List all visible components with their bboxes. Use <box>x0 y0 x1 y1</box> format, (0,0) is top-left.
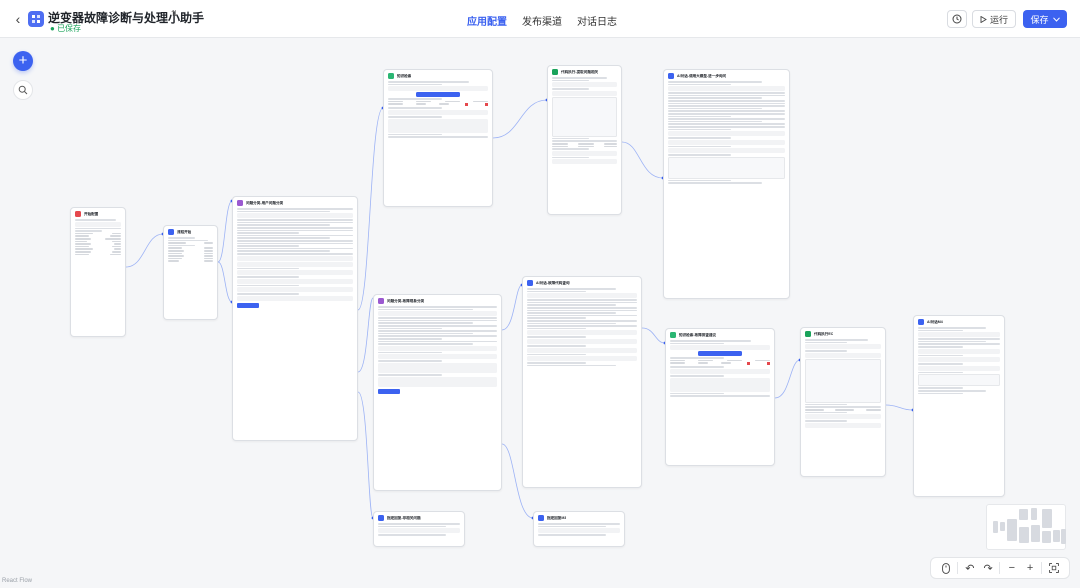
node-title: 代码执行EC <box>814 331 834 336</box>
node-ai-reply-2[interactable]: AI对话-故障代码查询 <box>522 276 642 488</box>
fit-view-icon[interactable] <box>1047 561 1061 575</box>
node-code-exec-1[interactable]: 代码执行-提取问题相关 <box>547 65 622 215</box>
minimap[interactable] <box>986 504 1066 550</box>
zoom-in-icon[interactable]: + <box>1023 561 1037 575</box>
save-publish-button[interactable]: 保存 <box>1023 10 1067 28</box>
node-title: AI对话M4 <box>927 319 943 324</box>
start-node-icon <box>75 211 81 217</box>
node-title: 指定回复M3 <box>547 515 567 520</box>
reply-icon <box>378 515 384 521</box>
chevron-down-icon <box>1052 16 1060 22</box>
node-title: 指定回复-非相关问题 <box>387 515 421 520</box>
canvas-controls: ↶ ↷ − + <box>930 557 1070 579</box>
node-question-classify-1[interactable]: 问题分类-用户问题分类 <box>232 196 358 441</box>
title-switch-icon[interactable]: ⇅ <box>171 9 178 18</box>
node-title: 问题分类-故障现象分类 <box>387 298 425 303</box>
code-icon <box>552 69 558 75</box>
tab-chat-logs[interactable]: 对话日志 <box>577 13 617 28</box>
ai-chat-icon <box>527 280 533 286</box>
node-question-classify-2[interactable]: 问题分类-故障现象分类 <box>373 294 502 491</box>
node-ai-reply-1[interactable]: AI对话-调用大模型-进一步询问 <box>663 69 790 299</box>
node-title: 代码执行-提取问题相关 <box>561 69 599 74</box>
node-title: 知识检索-故障排查建议 <box>679 332 717 337</box>
ai-chat-icon <box>668 73 674 79</box>
reply-icon <box>538 515 544 521</box>
code-icon <box>805 331 811 337</box>
clock-icon <box>952 14 962 24</box>
save-status: ● 已保存 <box>50 24 82 33</box>
run-button[interactable]: 运行 <box>972 10 1016 28</box>
node-title: 开始配置 <box>84 211 99 216</box>
node-start-config[interactable]: 开始配置 <box>70 207 126 337</box>
undo-icon[interactable]: ↶ <box>963 561 977 575</box>
tab-app-config[interactable]: 应用配置 <box>467 13 507 28</box>
save-label: 保存 <box>1030 14 1049 25</box>
node-title: 知识检索 <box>397 73 412 78</box>
node-knowledge-search[interactable]: 知识检索 <box>383 69 493 207</box>
node-fixed-reply-2[interactable]: 指定回复M3 <box>533 511 625 547</box>
save-status-text: 已保存 <box>57 24 82 33</box>
history-button[interactable] <box>947 10 967 28</box>
node-flow-start[interactable]: 流程开始 <box>163 225 218 320</box>
run-label: 运行 <box>989 14 1008 25</box>
node-fixed-reply-1[interactable]: 指定回复-非相关问题 <box>373 511 465 547</box>
tab-publish-channel[interactable]: 发布渠道 <box>522 13 562 28</box>
search-icon <box>18 85 28 95</box>
node-ai-reply-3[interactable]: AI对话M4 <box>913 315 1005 497</box>
knowledge-icon <box>388 73 394 79</box>
node-knowledge-search-2[interactable]: 知识检索-故障排查建议 <box>665 328 775 466</box>
top-bar: ‹ 逆变器故障诊断与处理小助手 ⇅ ● 已保存 应用配置 发布渠道 对话日志 运… <box>0 0 1080 38</box>
node-title: AI对话-故障代码查询 <box>536 280 570 285</box>
react-flow-attribution: React Flow <box>2 578 33 584</box>
mouse-mode-icon[interactable] <box>939 561 953 575</box>
classify-icon <box>237 200 243 206</box>
search-button[interactable] <box>13 80 33 100</box>
knowledge-icon <box>670 332 676 338</box>
node-title: 问题分类-用户问题分类 <box>246 200 284 205</box>
back-arrow-icon[interactable]: ‹ <box>10 11 26 27</box>
play-icon <box>980 15 987 23</box>
classify-icon <box>378 298 384 304</box>
redo-icon[interactable]: ↷ <box>981 561 995 575</box>
zoom-out-icon[interactable]: − <box>1005 561 1019 575</box>
add-node-button[interactable]: + <box>13 51 33 71</box>
node-title: AI对话-调用大模型-进一步询问 <box>677 73 727 78</box>
ai-chat-icon <box>918 319 924 325</box>
node-title: 流程开始 <box>177 229 192 234</box>
app-logo-icon <box>28 11 44 27</box>
flow-start-icon <box>168 229 174 235</box>
node-code-exec-2[interactable]: 代码执行EC <box>800 327 886 477</box>
